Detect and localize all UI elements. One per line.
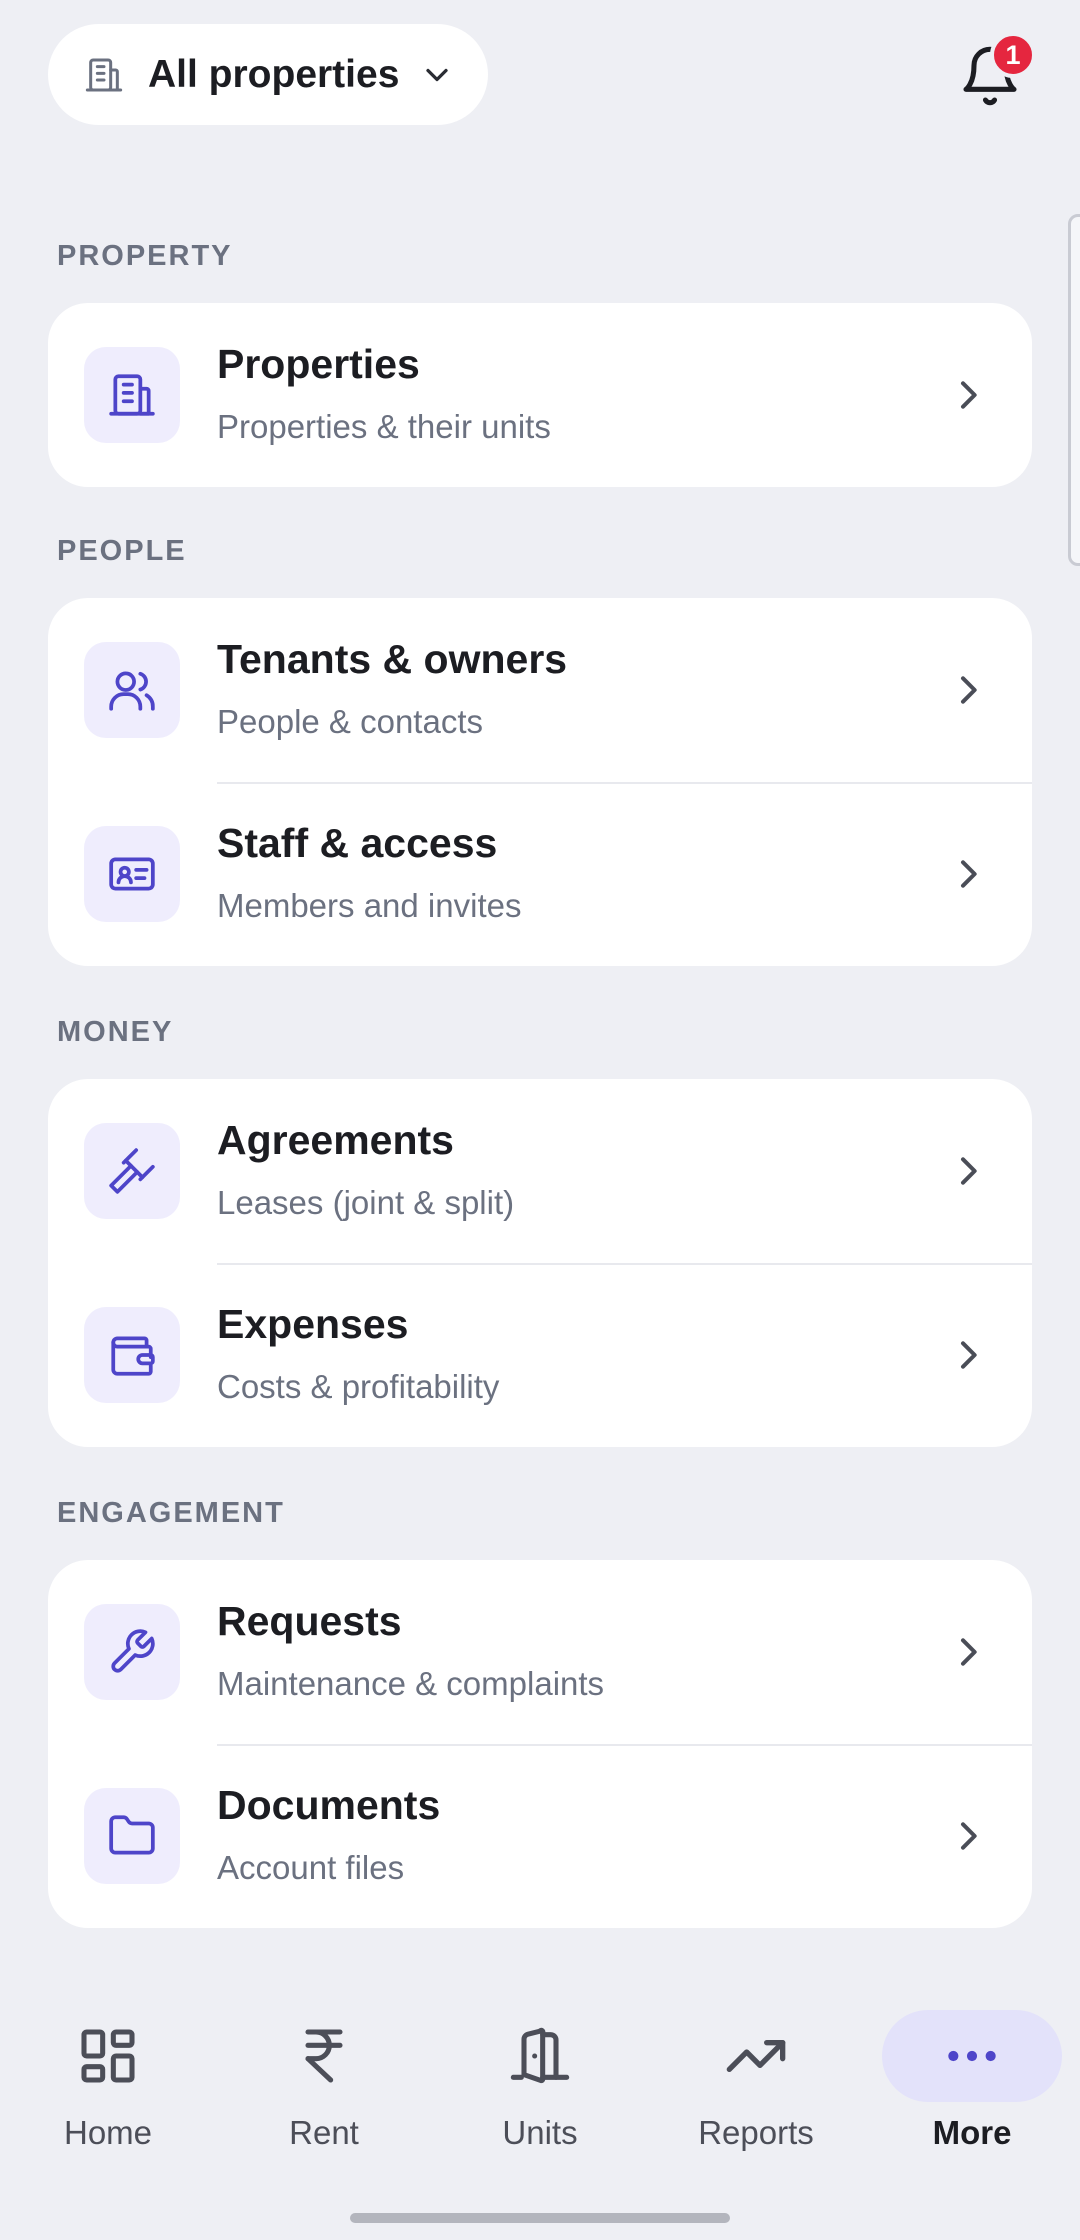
- chevron-right-icon: [961, 381, 977, 409]
- menu-item-subtitle: Leases (joint & split): [217, 1184, 515, 1221]
- nav-more[interactable]: More: [864, 1990, 1080, 2180]
- menu-item-tenants-owners[interactable]: Tenants & owners People & contacts: [48, 598, 1032, 782]
- folder-icon: [109, 1815, 155, 1855]
- dashboard-grid-icon: [81, 2029, 135, 2083]
- menu-item-subtitle: Account files: [217, 1849, 405, 1886]
- section-heading-engagement: ENGAGEMENT: [57, 1497, 285, 1529]
- more-horizontal-icon: [948, 2050, 996, 2062]
- menu-item-subtitle: Members and invites: [217, 887, 522, 924]
- building-icon: [109, 374, 155, 416]
- nav-label: Units: [502, 2114, 578, 2151]
- documents-icon-tile: [84, 1788, 180, 1884]
- notification-count-badge: 1: [990, 32, 1036, 78]
- property-card: Properties Properties & their units: [48, 303, 1032, 487]
- menu-item-subtitle: Maintenance & complaints: [217, 1665, 605, 1702]
- nav-reports-pill: [666, 2010, 846, 2102]
- properties-icon-tile: [84, 347, 180, 443]
- rupee-icon: [305, 2029, 343, 2083]
- menu-item-title: Properties: [217, 341, 420, 387]
- menu-item-title: Staff & access: [217, 820, 498, 866]
- chevron-right-icon: [961, 1638, 977, 1666]
- nav-label: Home: [63, 2114, 153, 2151]
- engagement-card: Requests Maintenance & complaints Docume…: [48, 1560, 1032, 1928]
- property-selector-label: All properties: [148, 52, 400, 96]
- nav-rent[interactable]: Rent: [216, 1990, 432, 2180]
- property-selector[interactable]: All properties: [48, 24, 488, 125]
- requests-icon-tile: [84, 1604, 180, 1700]
- chevron-right-icon: [961, 1822, 977, 1850]
- trending-up-icon: [726, 2040, 786, 2072]
- section-heading-money: MONEY: [57, 1016, 174, 1048]
- gavel-icon: [109, 1148, 155, 1194]
- menu-item-staff-access[interactable]: Staff & access Members and invites: [48, 782, 1032, 966]
- money-card: Agreements Leases (joint & split) Expens…: [48, 1079, 1032, 1447]
- nav-label: Rent: [289, 2114, 359, 2151]
- menu-item-title: Agreements: [217, 1117, 454, 1163]
- section-heading-property: PROPERTY: [57, 240, 233, 272]
- staff-icon-tile: [84, 826, 180, 922]
- agreements-icon-tile: [84, 1123, 180, 1219]
- chevron-down-icon: [426, 68, 449, 81]
- menu-item-documents[interactable]: Documents Account files: [48, 1744, 1032, 1928]
- nav-units[interactable]: Units: [432, 1990, 648, 2180]
- wallet-icon: [111, 1336, 155, 1376]
- building-icon: [85, 58, 123, 91]
- menu-item-title: Requests: [217, 1598, 402, 1644]
- chevron-right-icon: [961, 676, 977, 704]
- id-card-icon: [109, 857, 155, 891]
- expenses-icon-tile: [84, 1307, 180, 1403]
- users-icon: [109, 671, 155, 711]
- tenants-icon-tile: [84, 642, 180, 738]
- nav-more-pill: [882, 2010, 1062, 2102]
- menu-item-title: Tenants & owners: [217, 636, 568, 682]
- menu-item-title: Documents: [217, 1782, 441, 1828]
- home-indicator: [350, 2213, 730, 2223]
- menu-item-requests[interactable]: Requests Maintenance & complaints: [48, 1560, 1032, 1744]
- nav-rent-pill: [234, 2010, 414, 2102]
- menu-item-expenses[interactable]: Expenses Costs & profitability: [48, 1263, 1032, 1447]
- notifications-button[interactable]: 1: [950, 30, 1036, 120]
- scroll-indicator: [1068, 214, 1080, 566]
- people-card: Tenants & owners People & contacts Staff…: [48, 598, 1032, 966]
- door-icon: [510, 2027, 570, 2084]
- more-screen: All properties 1 PROPERTY Properties Pro…: [0, 0, 1080, 2240]
- chevron-right-icon: [961, 1157, 977, 1185]
- menu-item-subtitle: Costs & profitability: [217, 1368, 500, 1405]
- nav-label: More: [932, 2114, 1012, 2151]
- menu-item-subtitle: People & contacts: [217, 703, 483, 740]
- nav-home-pill: [18, 2010, 198, 2102]
- menu-item-agreements[interactable]: Agreements Leases (joint & split): [48, 1079, 1032, 1263]
- bottom-navigation: Home Rent Units Reports More: [0, 1990, 1080, 2240]
- menu-item-properties[interactable]: Properties Properties & their units: [48, 303, 1032, 487]
- nav-home[interactable]: Home: [0, 1990, 216, 2180]
- chevron-right-icon: [961, 860, 977, 888]
- nav-units-pill: [450, 2010, 630, 2102]
- menu-item-subtitle: Properties & their units: [217, 408, 551, 445]
- nav-label: Reports: [698, 2114, 814, 2151]
- menu-item-title: Expenses: [217, 1301, 409, 1347]
- nav-reports[interactable]: Reports: [648, 1990, 864, 2180]
- wrench-icon: [111, 1629, 155, 1673]
- chevron-right-icon: [961, 1341, 977, 1369]
- section-heading-people: PEOPLE: [57, 535, 187, 567]
